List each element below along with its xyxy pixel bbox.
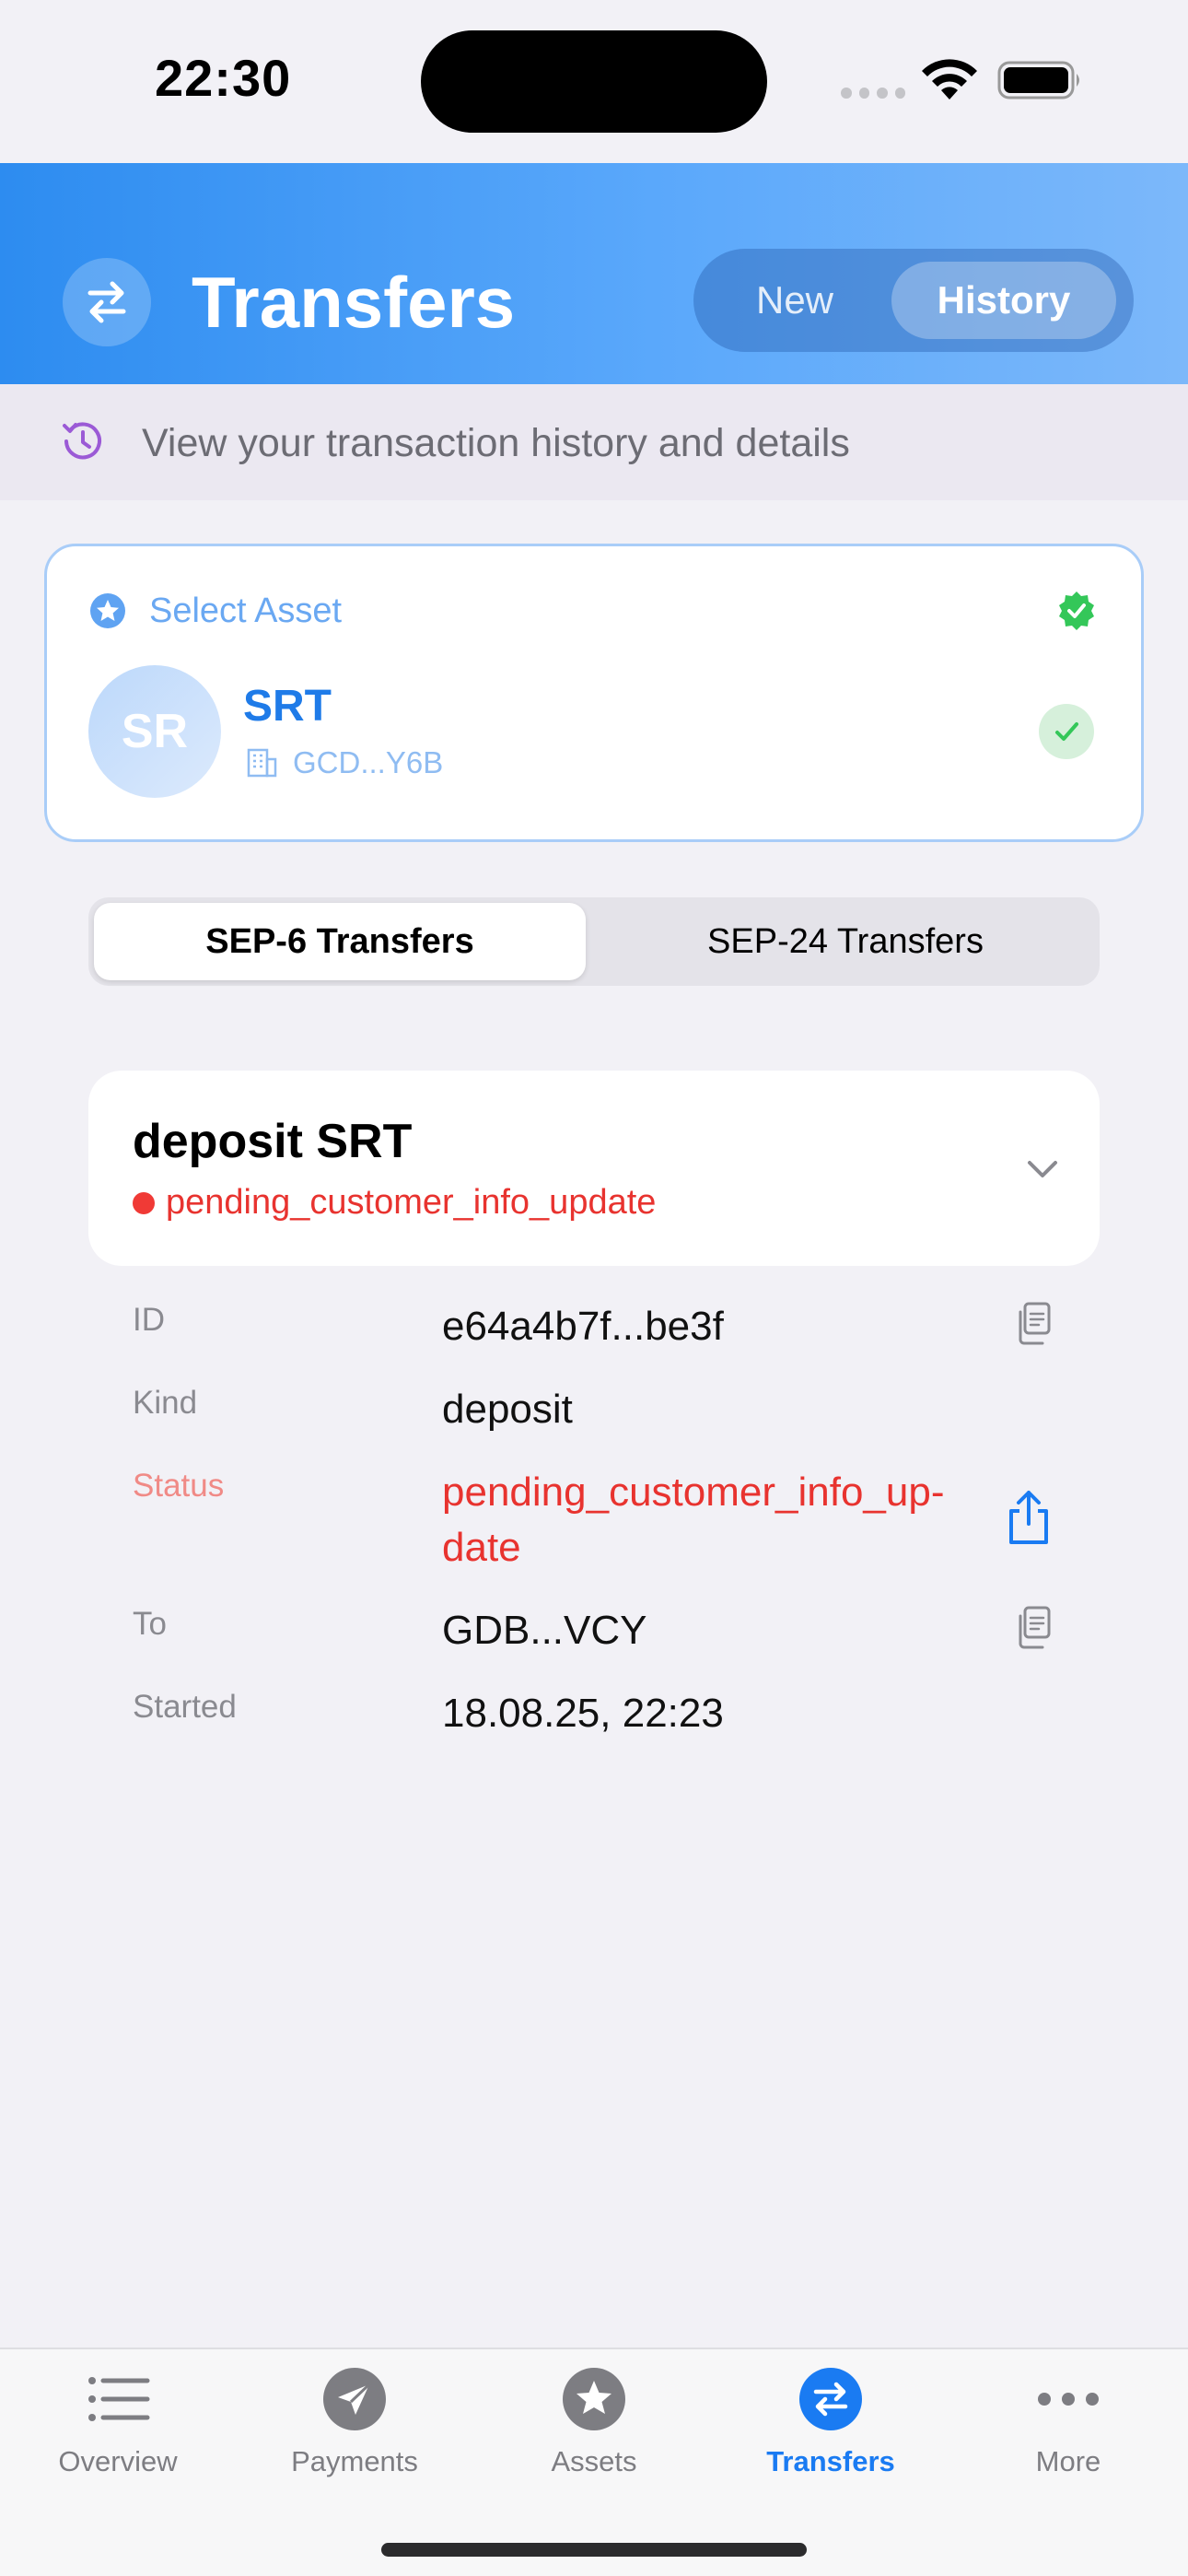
detail-label-to: To: [133, 1606, 167, 1642]
detail-label-status: Status: [133, 1468, 225, 1504]
tabbar-label: More: [1035, 2445, 1101, 2477]
detail-value-id: e64a4b7f...be3f: [442, 1304, 724, 1349]
tab-history[interactable]: History: [891, 262, 1116, 339]
detail-value-kind: deposit: [442, 1387, 573, 1432]
battery-icon: [997, 61, 1079, 100]
paperplane-icon: [321, 2366, 388, 2432]
detail-label-started: Started: [133, 1689, 237, 1725]
detail-value-to: GDB...VCY: [442, 1608, 647, 1653]
copy-icon[interactable]: [1011, 1603, 1057, 1651]
asset-issuer: GCD...Y6B: [293, 745, 444, 779]
cellular-signal-icon: [841, 88, 905, 99]
status-dot: [133, 1192, 155, 1214]
chevron-down-icon[interactable]: [1024, 1155, 1061, 1183]
tab-sep24-transfers[interactable]: SEP-24 Transfers: [595, 903, 1096, 980]
detail-label-id: ID: [133, 1302, 165, 1338]
star-icon: [561, 2366, 627, 2432]
tab-sep6-transfers[interactable]: SEP-6 Transfers: [94, 903, 586, 980]
tabbar-label: Payments: [291, 2445, 418, 2477]
verified-seal-icon: [1059, 591, 1094, 630]
subtitle-text: View your transaction history and detail…: [142, 421, 850, 465]
page-title: Transfers: [192, 262, 516, 343]
tab-new[interactable]: New: [709, 262, 880, 339]
tabbar-label: Transfers: [766, 2445, 895, 2477]
tabbar-label: Overview: [58, 2445, 178, 2477]
selected-check-icon: [1039, 704, 1094, 759]
status-time: 22:30: [155, 49, 292, 107]
list-icon: [85, 2366, 151, 2432]
transfer-arrows-icon: [798, 2366, 864, 2432]
select-asset-label: Select Asset: [149, 591, 343, 630]
tabbar-item-overview[interactable]: Overview: [17, 2366, 219, 2486]
transfer-title: deposit SRT: [133, 1115, 413, 1168]
asset-code: SRT: [243, 682, 332, 731]
transfer-status: pending_customer_info_update: [166, 1183, 657, 1222]
ellipsis-icon: [1035, 2366, 1101, 2432]
tabbar-item-assets[interactable]: Assets: [493, 2366, 695, 2486]
transfers-header-icon: [63, 258, 151, 346]
building-icon: [247, 748, 277, 778]
detail-label-kind: Kind: [133, 1385, 198, 1421]
tabbar-label: Assets: [551, 2445, 637, 2477]
detail-value-status: pending_customer_info_up- date: [442, 1469, 945, 1570]
history-clock-icon: [63, 422, 101, 460]
dynamic-island: [421, 30, 767, 133]
tabbar-item-transfers[interactable]: Transfers: [729, 2366, 932, 2486]
share-icon[interactable]: [1004, 1489, 1054, 1548]
wifi-icon: [922, 59, 977, 100]
home-indicator: [381, 2543, 807, 2557]
tabbar-item-payments[interactable]: Payments: [253, 2366, 456, 2486]
copy-icon[interactable]: [1011, 1299, 1057, 1347]
tabbar-item-more[interactable]: More: [967, 2366, 1170, 2486]
star-badge-icon: [90, 593, 125, 628]
asset-avatar: SR: [88, 665, 221, 798]
detail-value-started: 18.08.25, 22:23: [442, 1691, 724, 1736]
